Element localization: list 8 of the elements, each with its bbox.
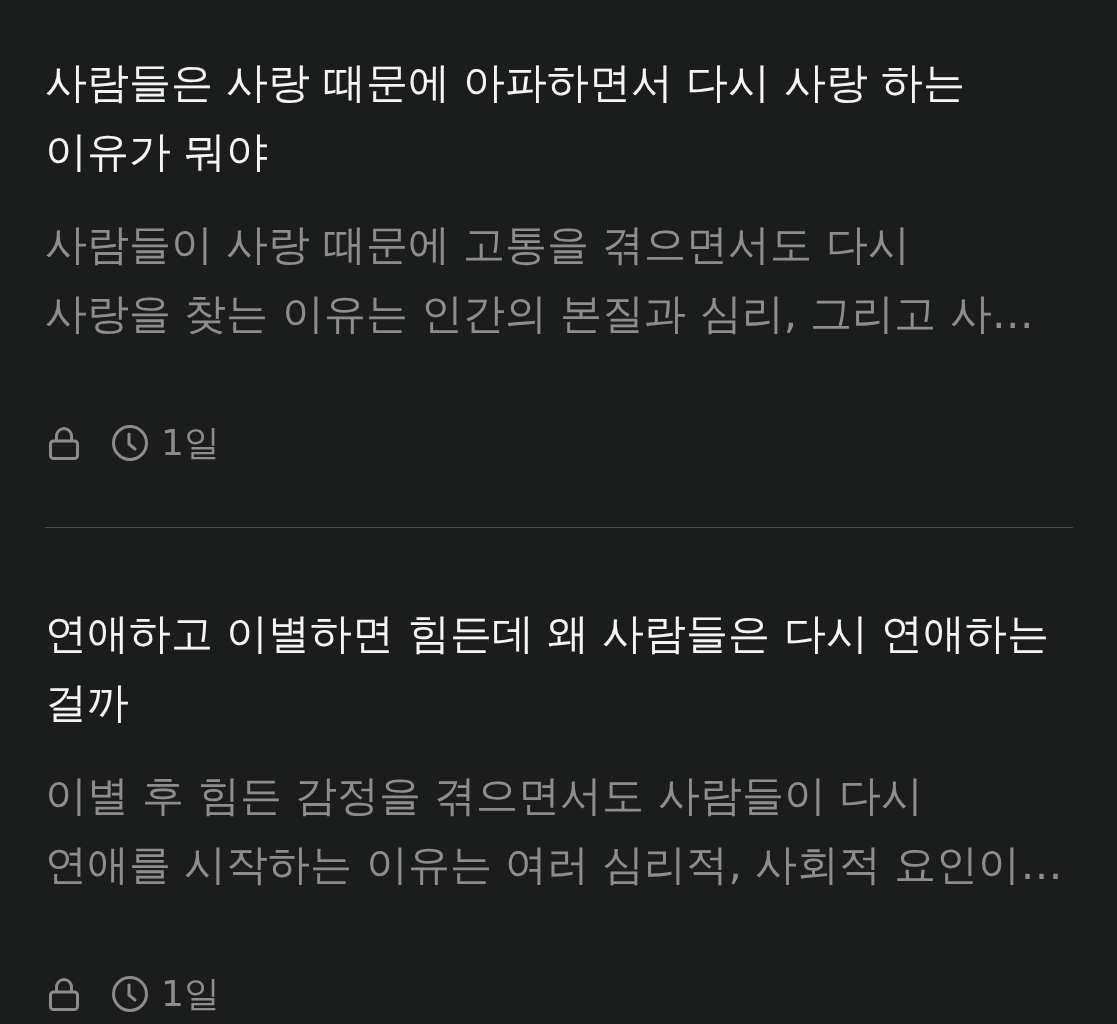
- post-time: 1일: [161, 423, 220, 463]
- post-snippet: 사람들이 사랑 때문에 고통을 겪으면서도 다시 사랑을 찾는 이유는 인간의 본질과 심리, 그리고 사…: [45, 219, 1035, 340]
- post-snippet: 이별 후 힘든 감정을 겪으면서도 사람들이 다시 연애를 시작하는 이유는 여러 심리적, 사회적 요인이…: [45, 770, 1064, 891]
- clock-icon: [112, 976, 148, 1012]
- post-title[interactable]: 연애하고 이별하면 힘든데 왜 사람들은 다시 연애하는 걸까: [45, 599, 1073, 737]
- clock-icon: [112, 425, 148, 461]
- post-title[interactable]: 사람들은 사랑 때문에 아파하면서 다시 사랑 하는 이유가 뭐야: [45, 48, 1073, 186]
- post-time: 1일: [161, 974, 220, 1014]
